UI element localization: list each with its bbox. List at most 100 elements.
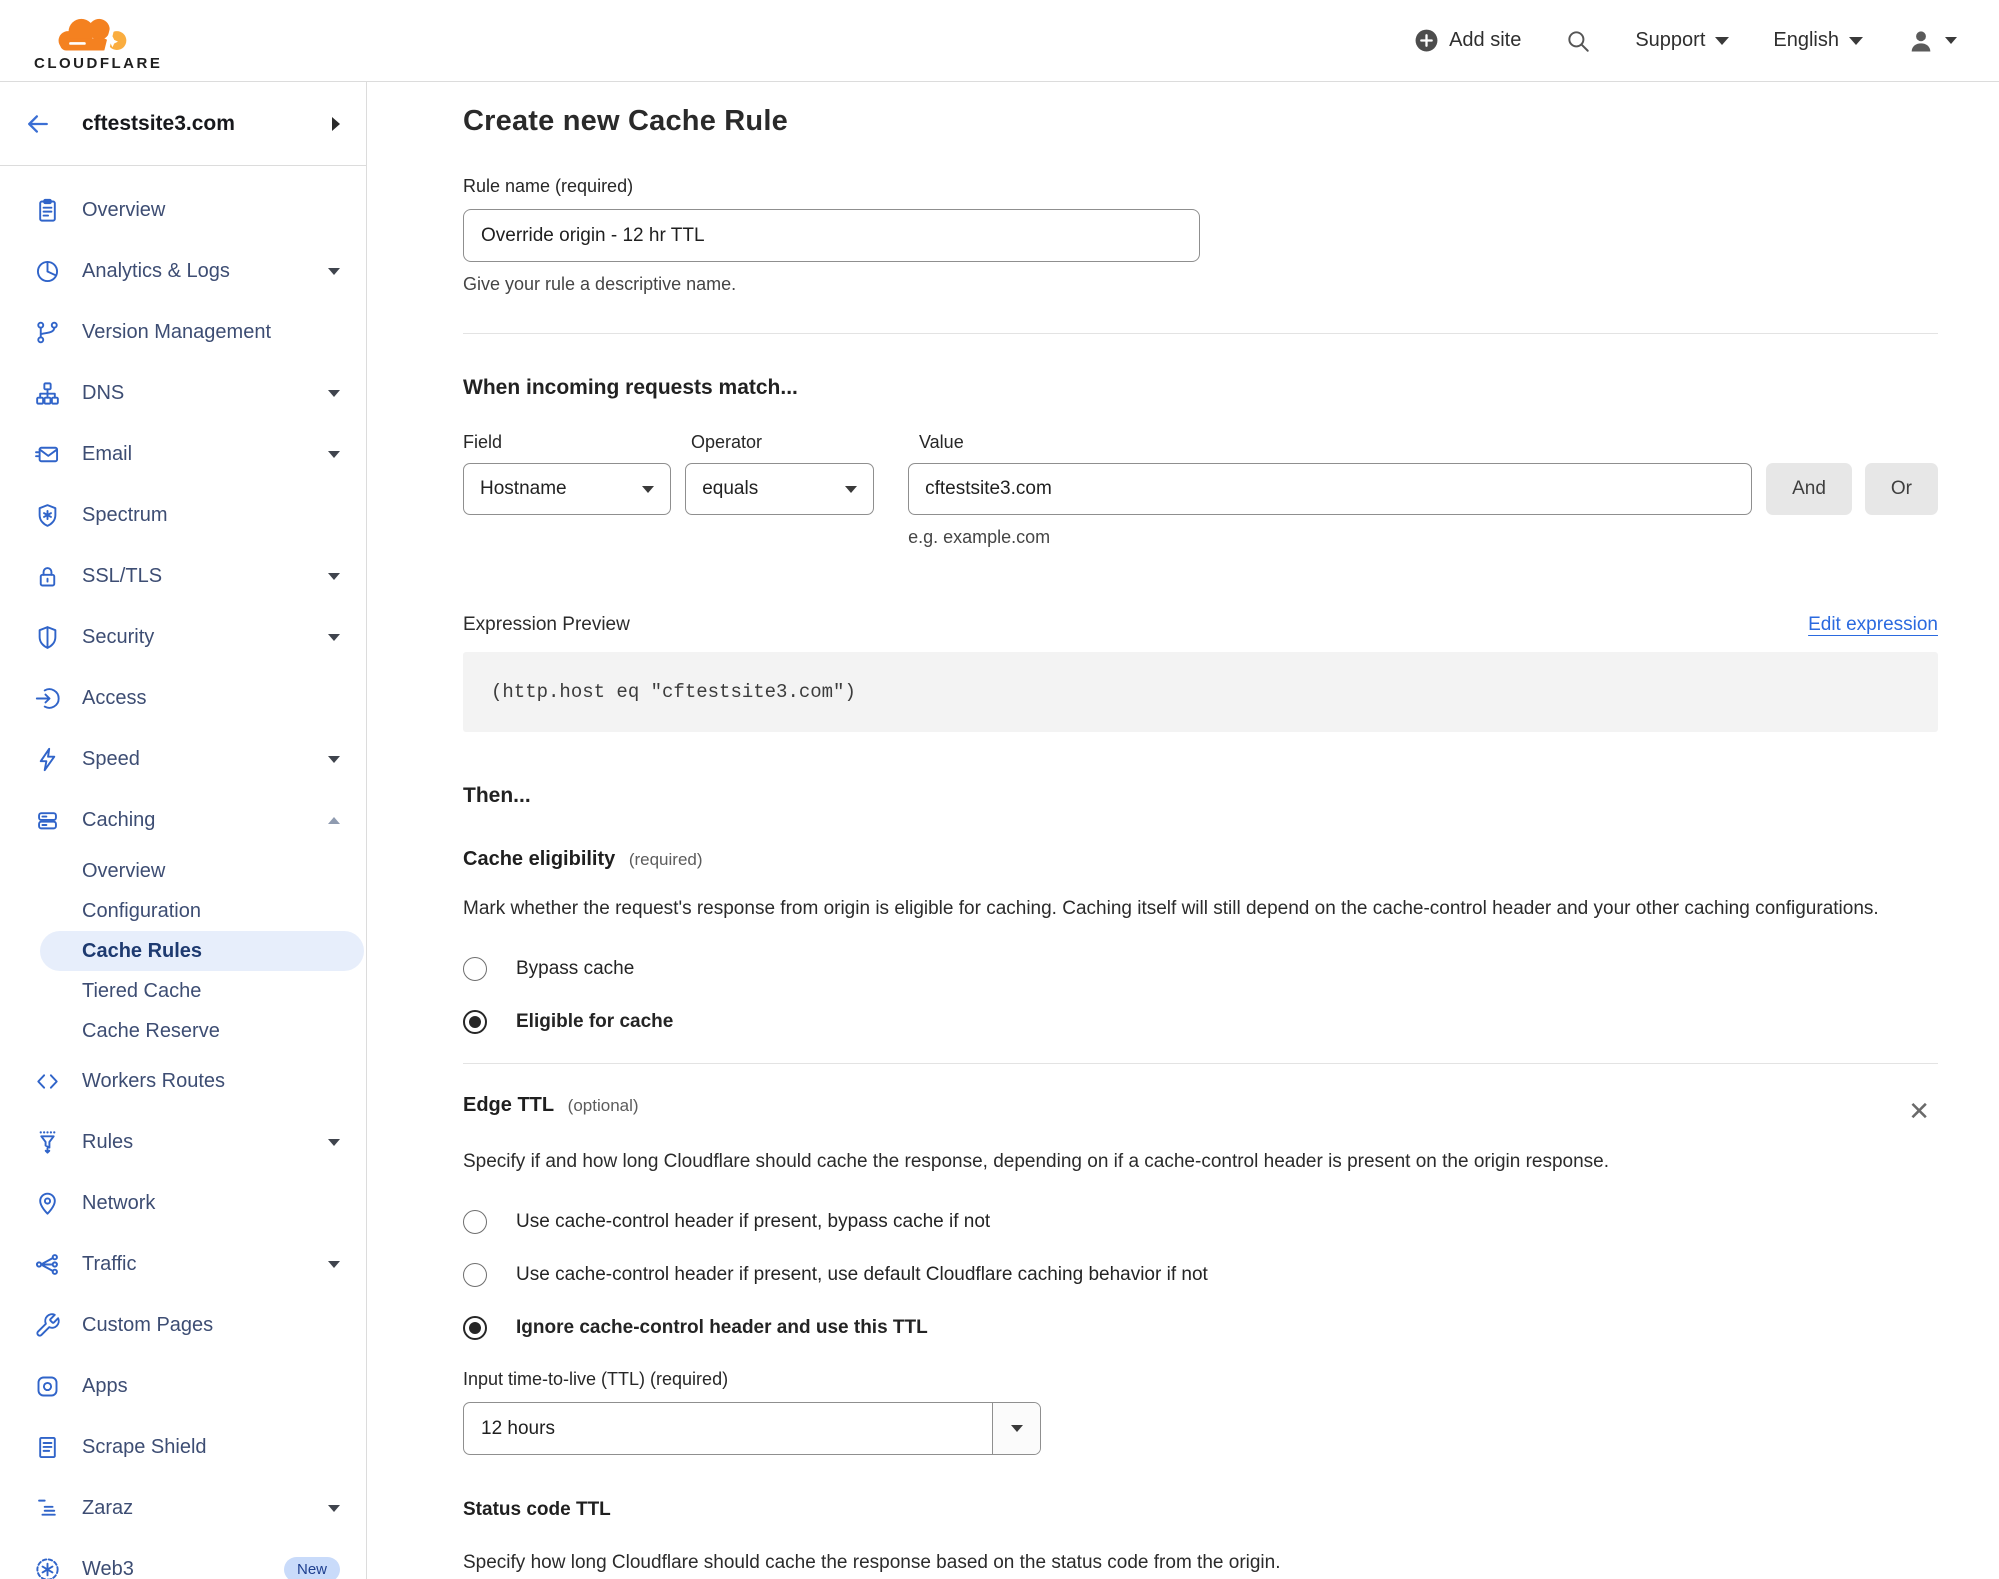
app-square-icon xyxy=(34,1373,61,1400)
envelope-icon xyxy=(34,441,61,468)
sidebar-item-apps[interactable]: Apps xyxy=(0,1356,366,1417)
sidebar-item-ssl-tls[interactable]: SSL/TLS xyxy=(0,546,366,607)
edge-ttl-options: Use cache-control header if present, byp… xyxy=(463,1210,1938,1340)
code-brackets-icon xyxy=(34,1068,61,1095)
sidebar-item-rules[interactable]: Rules xyxy=(0,1112,366,1173)
sidebar-item-traffic[interactable]: Traffic xyxy=(0,1234,366,1295)
radio-selected[interactable] xyxy=(463,1316,487,1340)
edge-ttl-description: Specify if and how long Cloudflare shoul… xyxy=(463,1151,1610,1172)
cloudflare-logo: CLOUDFLARE xyxy=(34,15,162,71)
document-icon xyxy=(34,1434,61,1461)
sidebar-item-custom-pages[interactable]: Custom Pages xyxy=(0,1295,366,1356)
funnel-icon xyxy=(34,1129,61,1156)
lightning-icon xyxy=(34,746,61,773)
site-name: cftestsite3.com xyxy=(82,111,235,135)
use-header-bypass-option[interactable]: Use cache-control header if present, byp… xyxy=(463,1210,1938,1234)
cloudflare-cloud-icon xyxy=(58,18,127,52)
value-input[interactable] xyxy=(908,463,1753,515)
sidebar-item-caching[interactable]: Caching xyxy=(0,790,366,851)
cloudflare-dashboard: CLOUDFLARE Add site Support English cfte… xyxy=(0,0,1999,1579)
search-icon xyxy=(1568,30,1590,52)
sidebar-item-zaraz[interactable]: Zaraz xyxy=(0,1478,366,1539)
value-label: Value xyxy=(919,432,964,452)
account-menu[interactable] xyxy=(1907,27,1957,55)
site-selector[interactable]: cftestsite3.com xyxy=(0,82,366,166)
map-pin-icon xyxy=(34,1190,61,1217)
chevron-right-icon[interactable] xyxy=(332,116,340,131)
ttl-select-arrow-button[interactable] xyxy=(992,1403,1040,1454)
edge-ttl-heading: Edge TTL (optional) xyxy=(463,1094,639,1116)
and-button[interactable]: And xyxy=(1766,463,1852,515)
sidebar-item-workers-routes[interactable]: Workers Routes xyxy=(0,1051,366,1112)
caret-down-icon xyxy=(1945,37,1957,44)
sidebar-item-security[interactable]: Security xyxy=(0,607,366,668)
sidebar-subitem-cache-reserve[interactable]: Cache Reserve xyxy=(0,1011,366,1051)
sidebar-item-speed[interactable]: Speed xyxy=(0,729,366,790)
operator-label: Operator xyxy=(691,432,763,452)
sidebar-item-access[interactable]: Access xyxy=(0,668,366,729)
support-menu[interactable]: Support xyxy=(1635,29,1730,52)
add-site-button[interactable]: Add site xyxy=(1414,28,1521,53)
back-arrow-icon[interactable] xyxy=(24,110,52,138)
radio-selected[interactable] xyxy=(463,1010,487,1034)
ttl-label: Input time-to-live (TTL) (required) xyxy=(463,1369,729,1389)
sidebar-subitem-tiered-cache[interactable]: Tiered Cache xyxy=(0,971,366,1011)
status-code-ttl-heading: Status code TTL xyxy=(463,1499,611,1520)
search-button[interactable] xyxy=(1565,28,1591,54)
radio-unselected[interactable] xyxy=(463,957,487,981)
match-row: Hostname equals e.g. example.com And Or xyxy=(463,463,1938,548)
language-menu[interactable]: English xyxy=(1773,29,1863,52)
sidebar-item-version-management[interactable]: Version Management xyxy=(0,302,366,363)
rule-name-help: Give your rule a descriptive name. xyxy=(463,274,737,294)
caret-down-icon xyxy=(1715,36,1730,45)
close-x-icon[interactable]: ✕ xyxy=(1908,1098,1930,1124)
pie-chart-icon xyxy=(34,258,61,285)
caret-down-icon xyxy=(328,1261,340,1268)
radio-unselected[interactable] xyxy=(463,1210,487,1234)
sidebar-subitem-caching-overview[interactable]: Overview xyxy=(0,851,366,891)
sitemap-icon xyxy=(34,380,61,407)
divider xyxy=(463,1063,1938,1064)
sidebar-item-dns[interactable]: DNS xyxy=(0,363,366,424)
language-label: English xyxy=(1773,29,1839,51)
optional-tag: (optional) xyxy=(567,1096,639,1115)
stacked-lines-icon xyxy=(34,1495,61,1522)
server-stack-icon xyxy=(34,807,61,834)
operator-select[interactable]: equals xyxy=(685,463,875,515)
sidebar-item-analytics-logs[interactable]: Analytics & Logs xyxy=(0,241,366,302)
edit-expression-link[interactable]: Edit expression xyxy=(1808,614,1938,636)
sidebar-item-web3[interactable]: Web3 New xyxy=(0,1539,366,1579)
sidebar-item-network[interactable]: Network xyxy=(0,1173,366,1234)
cache-eligibility-description: Mark whether the request's response from… xyxy=(463,898,1879,919)
sidebar-subitem-cache-rules[interactable]: Cache Rules xyxy=(40,931,364,971)
cache-eligibility-options: Bypass cache Eligible for cache xyxy=(463,957,1938,1034)
sidebar-item-overview[interactable]: Overview xyxy=(0,180,366,241)
caret-down-icon xyxy=(328,268,340,275)
add-site-label: Add site xyxy=(1449,29,1522,51)
caret-down-icon xyxy=(328,756,340,763)
bypass-cache-option[interactable]: Bypass cache xyxy=(463,957,1938,981)
support-label: Support xyxy=(1635,29,1706,51)
sidebar-item-spectrum[interactable]: Spectrum xyxy=(0,485,366,546)
top-bar: CLOUDFLARE Add site Support English xyxy=(0,0,1999,82)
required-tag: (required) xyxy=(628,850,703,869)
sidebar-item-email[interactable]: Email xyxy=(0,424,366,485)
rule-name-input[interactable] xyxy=(463,209,1200,262)
shield-star-icon xyxy=(34,502,61,529)
use-header-default-option[interactable]: Use cache-control header if present, use… xyxy=(463,1263,1938,1287)
radio-unselected[interactable] xyxy=(463,1263,487,1287)
caret-down-icon xyxy=(642,485,655,493)
caret-down-icon xyxy=(328,634,340,641)
or-button[interactable]: Or xyxy=(1864,463,1938,515)
value-help: e.g. example.com xyxy=(908,527,1051,547)
field-select[interactable]: Hostname xyxy=(463,463,672,515)
ttl-select[interactable]: 12 hours xyxy=(463,1402,1041,1455)
share-nodes-icon xyxy=(34,1251,61,1278)
plus-circle-icon xyxy=(1415,29,1438,52)
ignore-header-use-ttl-option[interactable]: Ignore cache-control header and use this… xyxy=(463,1316,1938,1340)
caret-down-icon xyxy=(845,485,858,493)
sidebar-item-scrape-shield[interactable]: Scrape Shield xyxy=(0,1417,366,1478)
wrench-icon xyxy=(34,1312,61,1339)
sidebar-subitem-configuration[interactable]: Configuration xyxy=(0,891,366,931)
eligible-for-cache-option[interactable]: Eligible for cache xyxy=(463,1010,1938,1034)
